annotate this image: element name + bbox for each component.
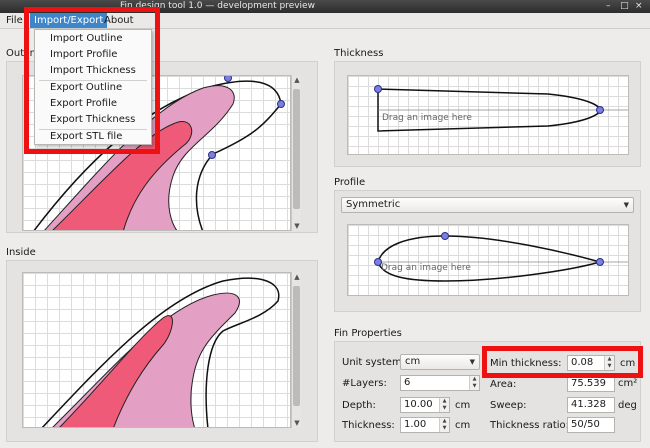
thickness-value: 1.00 <box>404 419 427 430</box>
scroll-down-icon[interactable]: ▼ <box>292 418 302 428</box>
area-unit: cm² <box>618 378 638 389</box>
thickness-canvas[interactable]: Drag an image here <box>347 75 629 155</box>
sweep-value: 41.328 <box>571 399 606 410</box>
sweep-unit: deg <box>618 400 637 411</box>
spin-arrows-icon[interactable]: ▲ ▼ <box>439 418 449 432</box>
area-value: 75.539 <box>571 378 606 389</box>
layers-spinbox[interactable]: 6 ▲ ▼ <box>400 375 480 391</box>
outline-control-point[interactable] <box>224 76 232 82</box>
outline-scrollbar[interactable]: ▲ ▼ <box>291 75 301 231</box>
depth-spinbox[interactable]: 10.00 ▲ ▼ <box>400 397 450 413</box>
unit-system-value: cm <box>405 356 421 367</box>
close-button[interactable]: × <box>635 0 644 13</box>
unit-system-select[interactable]: cm ▼ <box>400 354 480 370</box>
layers-label: #Layers: <box>342 378 387 389</box>
profile-title: Profile <box>334 177 366 188</box>
inside-canvas[interactable] <box>22 272 291 428</box>
thickness-ratio-field: 50/50 <box>567 417 615 433</box>
spin-arrows-icon[interactable]: ▲ ▼ <box>439 398 449 412</box>
area-field: 75.539 <box>567 376 615 392</box>
minimize-button[interactable]: – <box>605 0 614 13</box>
layers-value: 6 <box>404 377 411 388</box>
highlight-box-menu <box>24 7 160 154</box>
area-label: Area: <box>490 379 517 390</box>
maximize-button[interactable]: □ <box>620 0 629 13</box>
scroll-thumb[interactable] <box>293 286 300 406</box>
thickness-label: Thickness: <box>342 420 395 431</box>
scroll-down-icon[interactable]: ▼ <box>292 221 302 231</box>
unit-system-label: Unit system <box>342 357 402 368</box>
thickness-ratio-label: Thickness ratio: <box>490 420 570 431</box>
sweep-label: Sweep: <box>490 400 527 411</box>
profile-mode-select[interactable]: Symmetric ▼ <box>341 197 634 213</box>
depth-label: Depth: <box>342 400 376 411</box>
outline-control-point[interactable] <box>208 151 216 159</box>
thickness-control-point[interactable] <box>374 85 382 93</box>
profile-drop-hint: Drag an image here <box>381 263 471 273</box>
profile-canvas[interactable]: Drag an image here <box>347 224 629 296</box>
thickness-control-point[interactable] <box>596 106 604 114</box>
thickness-spinbox[interactable]: 1.00 ▲ ▼ <box>400 417 450 433</box>
scroll-up-icon[interactable]: ▲ <box>292 75 302 85</box>
highlight-box-min-thickness <box>482 346 643 378</box>
scroll-up-icon[interactable]: ▲ <box>292 272 302 282</box>
profile-mode-value: Symmetric <box>346 199 401 210</box>
fin-properties-title: Fin Properties <box>334 328 402 339</box>
thickness-drop-hint: Drag an image here <box>382 113 472 123</box>
sweep-field: 41.328 <box>567 397 615 413</box>
chevron-down-icon: ▼ <box>623 201 629 209</box>
depth-value: 10.00 <box>404 399 433 410</box>
scroll-thumb[interactable] <box>293 89 300 209</box>
thickness-unit: cm <box>455 420 471 431</box>
depth-unit: cm <box>455 400 471 411</box>
profile-control-point[interactable] <box>441 232 449 240</box>
spin-arrows-icon[interactable]: ▲ ▼ <box>469 376 479 390</box>
thickness-ratio-value: 50/50 <box>571 419 600 430</box>
profile-curve <box>374 232 628 282</box>
inside-title: Inside <box>6 247 36 258</box>
profile-control-point[interactable] <box>596 258 604 266</box>
inside-scrollbar[interactable]: ▲ ▼ <box>291 272 301 428</box>
thickness-title: Thickness <box>334 48 384 59</box>
outline-control-point[interactable] <box>277 100 285 108</box>
inside-fin-drawing <box>41 277 280 427</box>
chevron-down-icon: ▼ <box>469 358 475 366</box>
